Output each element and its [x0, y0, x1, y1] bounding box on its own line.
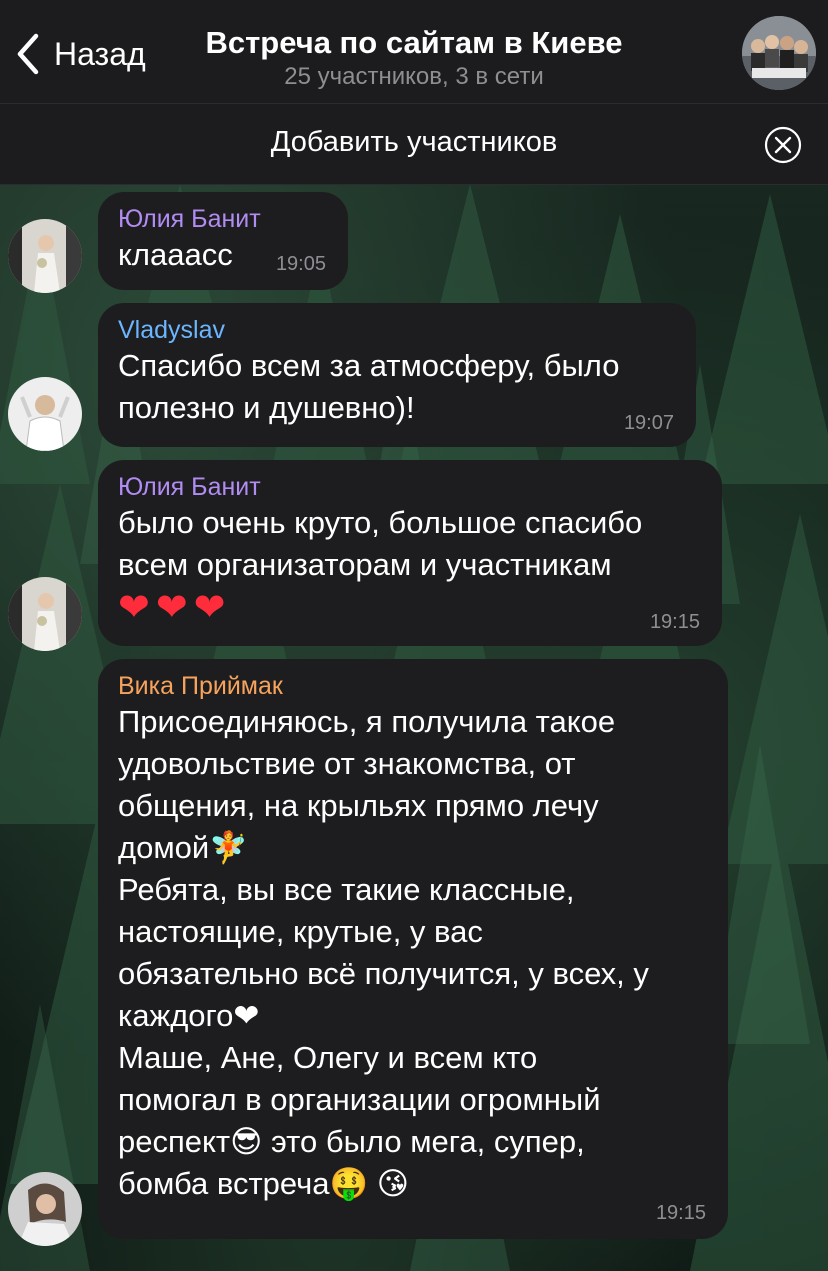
message-bubble[interactable]: Юлия Банит было очень круто, большое спа… [98, 460, 722, 646]
message-text-line: настоящие, крутые, у вас [118, 914, 483, 949]
message-text-line: Спасибо всем за атмосферу, было [118, 348, 620, 383]
message-text-line: каждого❤ [118, 998, 260, 1033]
message-text-line: Присоединяюсь, я получила такое [118, 704, 616, 739]
message-time: 19:07 [623, 412, 674, 434]
message-text-line: помогал в организации огромный [118, 1082, 601, 1117]
chevron-left-icon [17, 33, 39, 75]
avatar-vladyslav[interactable] [8, 377, 82, 451]
add-participants-button[interactable]: Добавить участников [0, 126, 828, 159]
message-sender[interactable]: Юлия Банит [118, 472, 702, 502]
back-label: Назад [54, 35, 146, 72]
message-sender[interactable]: Vladyslav [118, 315, 676, 345]
message-text-line: Маше, Ане, Олегу и всем кто [118, 1040, 538, 1075]
message-sender[interactable]: Вика Приймак [118, 671, 708, 701]
message-text-line: полезно и душевно)! [118, 390, 415, 425]
close-icon[interactable] [764, 126, 802, 164]
group-avatar[interactable] [742, 16, 816, 90]
message-text-line: было очень круто, большое спасибо [118, 505, 643, 540]
chat-title: Встреча по сайтам в Киеве [205, 25, 623, 60]
message-time: 19:15 [655, 1202, 706, 1224]
message-text-line: бомба встреча🤑 😘 [118, 1166, 410, 1201]
message-text-line: общения, на крыльях прямо лечу [118, 788, 599, 823]
chat-title-block[interactable]: Встреча по сайтам в Киеве 25 участников,… [160, 24, 668, 92]
message-text-line: домой🧚 [118, 830, 248, 865]
message-bubble[interactable]: Vladyslav Спасибо всем за атмосферу, был… [98, 303, 696, 447]
avatar-yulia[interactable] [8, 219, 82, 293]
message-text-line: респект😎 это было мега, супер, [118, 1124, 585, 1159]
message-text-line: всем организаторам и участникам [118, 547, 612, 582]
hearts-emoji-line: ❤❤❤ [118, 585, 232, 629]
message-sender[interactable]: Юлия Банит [118, 204, 328, 234]
chat-subtitle: 25 участников, 3 в сети [284, 63, 544, 90]
message-bubble[interactable]: Юлия Банит клааасс 19:05 [98, 192, 348, 290]
avatar-vika[interactable] [8, 1172, 82, 1246]
chat-header: Назад Встреча по сайтам в Киеве 25 участ… [0, 0, 828, 104]
message-bubble[interactable]: Вика Приймак Присоединяюсь, я получила т… [98, 659, 728, 1239]
message-text-line: удовольствие от знакомства, от [118, 746, 576, 781]
back-button[interactable]: Назад [14, 32, 146, 76]
message-time: 19:05 [275, 253, 326, 275]
avatar-yulia[interactable] [8, 577, 82, 651]
message-text-line: обязательно всё получится, у всех, у [118, 956, 649, 991]
message-text-line: Ребята, вы все такие классные, [118, 872, 575, 907]
message-time: 19:15 [649, 611, 700, 633]
add-participants-bar: Добавить участников [0, 104, 828, 185]
